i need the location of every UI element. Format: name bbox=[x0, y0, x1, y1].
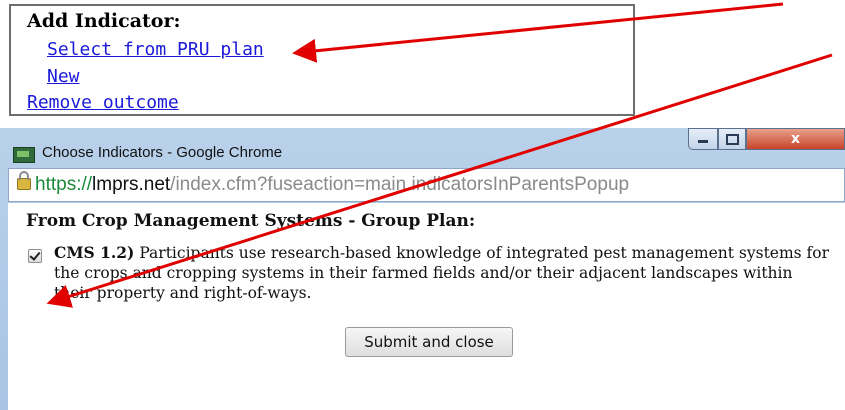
submit-and-close-button[interactable]: Submit and close bbox=[345, 327, 513, 357]
section-heading: From Crop Management Systems - Group Pla… bbox=[26, 211, 476, 231]
url-path: /index.cfm?fuseaction=main.indicatorsInP… bbox=[170, 174, 630, 195]
minimize-button[interactable] bbox=[688, 128, 718, 150]
minimize-icon bbox=[698, 140, 708, 143]
url-host: lmprs.net bbox=[92, 174, 171, 195]
popup-content: From Crop Management Systems - Group Pla… bbox=[8, 203, 845, 410]
url-scheme: https:// bbox=[35, 174, 93, 195]
remove-outcome-link[interactable]: Remove outcome bbox=[27, 92, 179, 113]
choose-indicators-window: Choose Indicators - Google Chrome x http… bbox=[0, 128, 845, 410]
select-from-plan-link[interactable]: Select from PRU plan bbox=[47, 39, 264, 60]
indicator-code: CMS 1.2) bbox=[54, 243, 135, 262]
maximize-icon bbox=[725, 134, 739, 145]
indicator-description: CMS 1.2) Participants use research-based… bbox=[54, 243, 834, 303]
maximize-button[interactable] bbox=[718, 128, 746, 150]
new-indicator-link[interactable]: New bbox=[47, 66, 80, 87]
add-indicator-box: Add Indicator: Select from PRU plan New … bbox=[9, 4, 635, 116]
add-indicator-title: Add Indicator: bbox=[27, 10, 181, 32]
app-icon bbox=[13, 147, 35, 163]
window-title: Choose Indicators - Google Chrome bbox=[42, 144, 283, 161]
indicator-checkbox[interactable] bbox=[28, 249, 42, 263]
window-titlebar[interactable]: Choose Indicators - Google Chrome x bbox=[0, 128, 845, 168]
address-bar[interactable]: https://lmprs.net/index.cfm?fuseaction=m… bbox=[8, 168, 845, 202]
close-button[interactable]: x bbox=[746, 128, 845, 150]
url-text: https://lmprs.net/index.cfm?fuseaction=m… bbox=[35, 174, 629, 196]
close-icon: x bbox=[790, 131, 801, 147]
lock-icon bbox=[17, 171, 31, 190]
indicator-text: Participants use research-based knowledg… bbox=[54, 244, 830, 302]
